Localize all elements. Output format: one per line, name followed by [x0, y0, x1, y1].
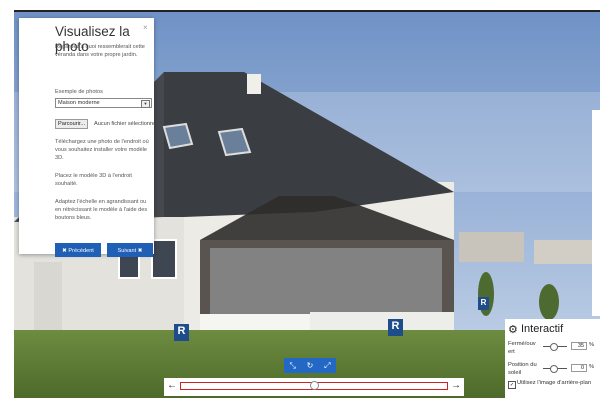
sun-position-percent: % — [589, 364, 595, 370]
distant-house-right — [534, 240, 600, 264]
upload-instructions: Téléchargez une photo de l'endroit où vo… — [55, 139, 149, 162]
right-edge-panel — [592, 110, 600, 316]
interactive-title: Interactif — [521, 323, 564, 335]
brand-logo-letter: R — [480, 298, 487, 307]
closed-open-knob[interactable] — [550, 343, 558, 351]
photo-panel-content: Visualisez la photo × Regardez à quoi re… — [19, 16, 157, 257]
background-label: Utilisez l'image d'arrière-plan — [517, 380, 592, 386]
chimney — [247, 74, 261, 94]
panel-intro: Regardez à quoi ressemblerait cette véra… — [55, 44, 145, 59]
close-icon[interactable]: × — [143, 23, 148, 32]
move-button[interactable]: ⤡ — [284, 358, 301, 373]
place-instructions: Placez le modèle 3D à l'endroit souhaité… — [55, 173, 132, 188]
garage-door — [34, 262, 62, 337]
closed-open-percent: % — [589, 342, 595, 348]
brand-logo-letter: R — [177, 325, 186, 337]
slider-left-arrow[interactable]: ← — [167, 380, 177, 391]
scale-instructions: Adaptez l'échelle en agrandissant ou en … — [55, 199, 148, 222]
house-window — [151, 239, 177, 279]
example-photo-select[interactable]: Maison moderne ▼ — [55, 98, 152, 108]
next-button[interactable]: Suivant ✖ — [107, 243, 153, 257]
slider-track[interactable] — [180, 381, 448, 390]
examples-label: Exemple de photos — [55, 89, 103, 95]
veranda-glass — [210, 248, 442, 320]
interactive-gear-icon: ⚙ — [508, 324, 518, 336]
rotate-button[interactable]: ↻ — [301, 358, 318, 373]
sun-position-label: Position du soleil — [508, 362, 537, 376]
scale-button[interactable]: ⤢ — [319, 358, 336, 373]
sun-position-value[interactable]: 0 — [571, 364, 587, 372]
interactive-panel: ⚙ Interactif Fermé/ouv ert 35 % Position… — [505, 319, 600, 398]
model-toolbar: ⤡ ↻ ⤢ — [284, 358, 336, 373]
slider-handle[interactable] — [310, 381, 319, 390]
slider-right-arrow[interactable]: → — [451, 380, 461, 391]
closed-open-value[interactable]: 35 — [571, 342, 587, 350]
sun-position-knob[interactable] — [550, 365, 558, 373]
brand-logo-center: R — [388, 319, 403, 336]
closed-open-label: Fermé/ouv ert — [508, 341, 536, 355]
brand-logo-letter: R — [391, 320, 400, 332]
browse-button[interactable]: Parcourir... — [55, 119, 89, 129]
distant-house — [459, 232, 524, 262]
brand-logo-left: R — [174, 324, 189, 341]
chevron-down-icon: ▼ — [141, 100, 150, 108]
rotation-slider: ← → — [164, 378, 464, 396]
previous-button[interactable]: ✖ Précédent — [55, 243, 101, 257]
example-photo-value: Maison moderne — [58, 100, 100, 106]
brand-logo-right: R — [478, 297, 489, 310]
bush-right — [539, 284, 559, 320]
background-checkbox[interactable]: ✓ — [508, 381, 516, 389]
skylight — [162, 122, 194, 150]
no-file-label: Aucun fichier sélectionné. — [94, 121, 157, 127]
